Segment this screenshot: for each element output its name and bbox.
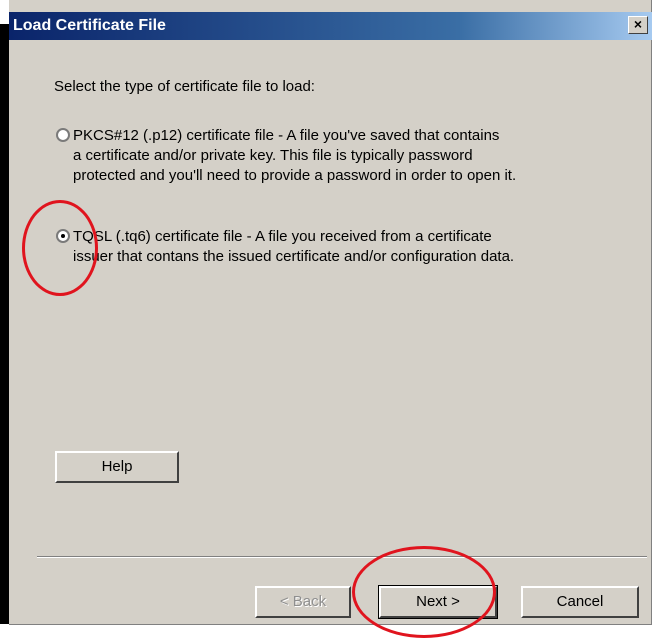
option-tqsl-line-1: TQSL (.tq6) certificate file - A file yo… (73, 228, 492, 245)
instruction-text: Select the type of certificate file to l… (54, 78, 315, 95)
option-tqsl-label: TQSL (.tq6) certificate file - A file yo… (73, 227, 514, 267)
next-button[interactable]: Next > (378, 585, 498, 619)
close-button[interactable]: × (628, 16, 648, 34)
option-pkcs12-line-1: PKCS#12 (.p12) certificate file - A file… (73, 127, 500, 144)
option-pkcs12-label: PKCS#12 (.p12) certificate file - A file… (73, 126, 516, 186)
cancel-button[interactable]: Cancel (521, 586, 639, 618)
radio-pkcs12[interactable] (56, 128, 70, 142)
radio-tqsl[interactable] (56, 229, 70, 243)
separator (37, 556, 647, 558)
background-edge (0, 24, 9, 624)
back-button[interactable]: < Back (255, 586, 351, 618)
help-button[interactable]: Help (55, 451, 179, 483)
window-title: Load Certificate File (13, 17, 166, 34)
load-certificate-dialog: Load Certificate File × Select the type … (9, 0, 652, 625)
option-tqsl-line-2: issuer that contans the issued certifica… (73, 248, 515, 265)
title-bar[interactable]: Load Certificate File × (9, 12, 652, 40)
option-pkcs12-line-2: a certificate and/or private key. This f… (73, 147, 473, 164)
option-pkcs12-line-3: protected and you'll need to provide a p… (73, 167, 517, 184)
